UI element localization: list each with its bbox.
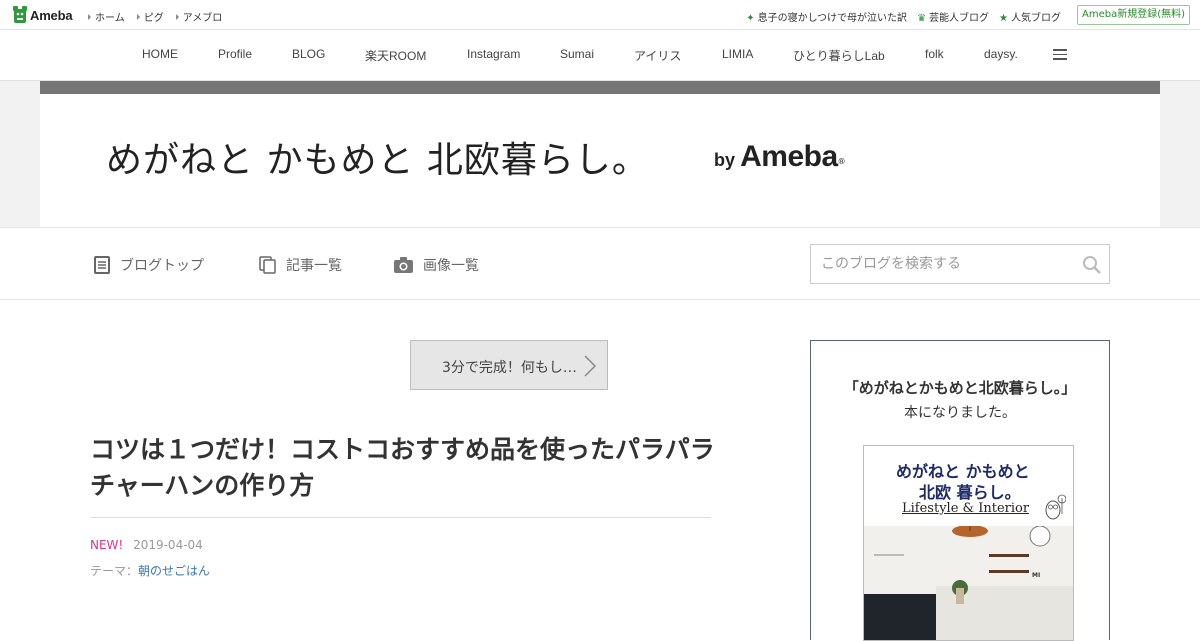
blog-top-label: ブログトップ — [120, 258, 204, 274]
nav-item-hitorigurashi-lab[interactable]: ひとり暮らしLab — [793, 47, 885, 64]
ameba-logo[interactable]: Ameba — [13, 6, 73, 24]
owl-illustration — [1045, 494, 1066, 520]
theme-link[interactable]: 朝のせごはん — [138, 564, 210, 578]
images-list-link[interactable]: 画像一覧 — [394, 255, 479, 275]
blog-title[interactable]: めがねと かもめと 北欧暮らし。 — [106, 131, 649, 183]
images-list-label: 画像一覧 — [423, 258, 479, 274]
search-icon[interactable] — [1082, 255, 1101, 274]
logo-text: Ameba — [30, 7, 73, 23]
top-bar: Ameba ホーム ピグ アメブロ ✦ 息子の寝かしつけで母が泣いた訳 ♛ 芸能人ブ… — [0, 0, 1200, 30]
ameba-wordmark: Ameba — [740, 140, 838, 173]
top-link-featured[interactable]: ✦ 息子の寝かしつけで母が泣いた訳 — [746, 9, 907, 24]
article-date: 2019-04-04 — [133, 538, 203, 552]
by-label: by — [714, 150, 736, 170]
copy-icon — [259, 256, 276, 274]
blog-search — [810, 244, 1110, 284]
menu-icon[interactable] — [1053, 49, 1067, 60]
article-theme: テーマ：朝のせごはん — [90, 562, 210, 579]
top-links: ホーム ピグ アメブロ — [88, 9, 222, 24]
document-icon — [94, 256, 110, 274]
promo-subtitle: 本になりました。 — [904, 405, 1016, 421]
article-meta: NEW! 2019-04-04 — [90, 538, 203, 552]
nav-item-blog[interactable]: BLOG — [292, 47, 325, 61]
nav-item-home[interactable]: HOME — [142, 47, 178, 61]
top-right-links: ✦ 息子の寝かしつけで母が泣いた訳 ♛ 芸能人ブログ ★ 人気ブログ — [746, 9, 1061, 24]
new-badge: NEW! — [90, 538, 124, 552]
arrow-icon — [88, 14, 91, 20]
book-author: MI — [1032, 572, 1041, 579]
ameba-mascot-icon — [13, 6, 27, 23]
top-link-label: 芸能人ブログ — [929, 13, 990, 24]
book-subtitle: Lifestyle & Interior — [902, 501, 1030, 516]
nav-item-limia[interactable]: LIMIA — [722, 47, 753, 61]
book-promo-box: 「めがねとかもめと北欧暮らし。」 本になりました。 めがねと かもめと 北欧 暮… — [810, 340, 1110, 641]
nav-item-instagram[interactable]: Instagram — [467, 47, 520, 61]
star-icon: ★ — [999, 13, 1008, 24]
nav-item-profile[interactable]: Profile — [218, 47, 252, 61]
top-link-label: アメブロ — [182, 13, 223, 24]
camera-icon — [394, 257, 413, 273]
nav-item-folk[interactable]: folk — [925, 47, 944, 61]
search-input[interactable] — [811, 245, 1061, 283]
blog-top-link[interactable]: ブログトップ — [94, 255, 204, 275]
promo-title: 「めがねとかもめと北欧暮らし。」 — [843, 379, 1077, 397]
blog-nav: ブログトップ 記事一覧 画像一覧 — [0, 227, 1200, 300]
top-link-home[interactable]: ホーム — [88, 9, 125, 24]
top-link-label: 息子の寝かしつけで母が泣いた訳 — [757, 13, 908, 24]
header-band — [40, 81, 1160, 94]
global-nav: HOME Profile BLOG 楽天ROOM Instagram Sumai… — [0, 30, 1200, 81]
book-cover[interactable]: めがねと かもめと 北欧 暮らし。 Lifestyle & Interior M… — [863, 445, 1074, 641]
title-divider — [90, 517, 711, 518]
previous-article-button[interactable]: 3分で完成！何もし… — [410, 340, 608, 390]
article-title[interactable]: コツは１つだけ！コストコおすすめ品を使ったパラパラチャーハンの作り方 — [90, 432, 720, 504]
nav-item-rakuten-room[interactable]: 楽天ROOM — [365, 47, 426, 64]
interior-illustration — [864, 525, 1073, 640]
previous-article-label: 3分で完成！何もし… — [442, 360, 577, 376]
top-link-pigg[interactable]: ピグ — [136, 9, 164, 24]
arrow-icon — [136, 14, 140, 20]
top-link-label: ホーム — [95, 13, 125, 24]
nav-item-daysy[interactable]: daysy. — [984, 47, 1018, 61]
entries-list-link[interactable]: 記事一覧 — [259, 255, 342, 275]
chevron-right-icon — [584, 355, 597, 377]
top-link-ameblo[interactable]: アメブロ — [175, 9, 223, 24]
by-ameba-logo: by Ameba® — [714, 140, 846, 174]
entries-list-label: 記事一覧 — [286, 258, 342, 274]
book-cover-photo — [864, 525, 1073, 640]
register-button[interactable]: Ameba新規登録(無料) — [1077, 5, 1190, 25]
top-link-label: 人気ブログ — [1011, 13, 1061, 24]
top-link-label: ピグ — [143, 13, 164, 24]
top-link-popular-blog[interactable]: ★ 人気ブログ — [999, 9, 1061, 24]
sparkle-icon: ✦ — [746, 13, 755, 24]
nav-item-sumai[interactable]: Sumai — [560, 47, 594, 61]
crown-icon: ♛ — [917, 13, 927, 24]
theme-label: テーマ： — [90, 564, 139, 578]
nav-item-iris[interactable]: アイリス — [634, 47, 681, 64]
arrow-icon — [175, 14, 179, 20]
top-link-celebrity-blog[interactable]: ♛ 芸能人ブログ — [917, 9, 989, 24]
book-title-line2: 北欧 暮らし。 — [919, 483, 1021, 502]
registered-mark: ® — [837, 157, 846, 166]
